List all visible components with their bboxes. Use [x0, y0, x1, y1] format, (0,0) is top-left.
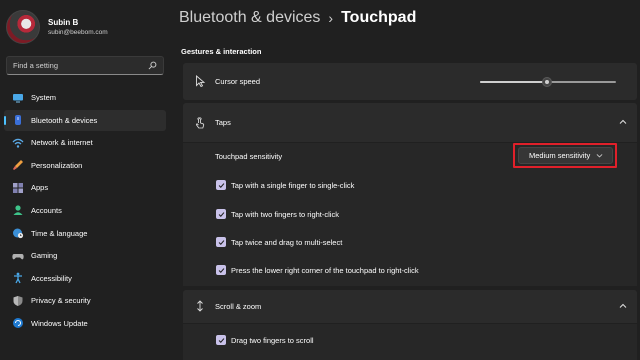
- gamepad-icon: [12, 250, 24, 262]
- option-right-click[interactable]: Tap with two fingers to right-click: [183, 200, 637, 228]
- sidebar-item-time-language[interactable]: Time & language: [4, 223, 166, 244]
- main-content: Bluetooth & devices › Touchpad Gestures …: [179, 0, 640, 360]
- sidebar-item-label: Privacy & security: [31, 296, 91, 306]
- wifi-icon: [12, 137, 24, 149]
- user-profile[interactable]: Subin B subin@beebom.com: [6, 10, 108, 44]
- sidebar-item-label: Accounts: [31, 205, 62, 215]
- sidebar-item-accounts[interactable]: Accounts: [4, 200, 166, 221]
- sidebar: Subin B subin@beebom.com Find a setting …: [0, 0, 170, 360]
- sidebar-item-label: Apps: [31, 183, 49, 193]
- checkbox[interactable]: [216, 180, 226, 190]
- chevron-down-icon: [596, 154, 603, 158]
- sidebar-item-network-internet[interactable]: Network & internet: [4, 132, 166, 153]
- sidebar-item-label: Accessibility: [31, 273, 72, 283]
- cursor-speed-card: Cursor speed: [183, 63, 637, 100]
- scroll-zoom-card[interactable]: Scroll & zoom: [183, 290, 637, 323]
- checkbox[interactable]: [216, 237, 226, 247]
- sidebar-item-label: Personalization: [31, 160, 83, 170]
- cursor-speed-row: Cursor speed: [183, 63, 637, 100]
- monitor-icon: [12, 92, 24, 104]
- breadcrumb: Bluetooth & devices › Touchpad: [179, 9, 416, 27]
- checkbox-label: Press the lower right corner of the touc…: [231, 265, 419, 275]
- shield-icon: [12, 295, 24, 307]
- apps-icon: [12, 182, 24, 194]
- brush-icon: [12, 159, 24, 171]
- option-multi-select[interactable]: Tap twice and drag to multi-select: [183, 228, 637, 256]
- sidebar-item-label: Windows Update: [31, 318, 88, 328]
- cursor-icon: [194, 75, 206, 87]
- option-single-click[interactable]: Tap with a single finger to single-click: [183, 171, 637, 199]
- sidebar-item-gaming[interactable]: Gaming: [4, 245, 166, 266]
- touchpad-sensitivity-label: Touchpad sensitivity: [215, 151, 283, 161]
- taps-card[interactable]: Taps: [183, 103, 637, 142]
- checkbox-label: Tap twice and drag to multi-select: [231, 237, 343, 247]
- checkbox[interactable]: [216, 265, 226, 275]
- sidebar-item-personalization[interactable]: Personalization: [4, 155, 166, 176]
- profile-name: Subin B: [48, 17, 79, 27]
- search-placeholder: Find a setting: [13, 61, 59, 70]
- sidebar-item-windows-update[interactable]: Windows Update: [4, 313, 166, 334]
- sidebar-item-privacy-security[interactable]: Privacy & security: [4, 290, 166, 311]
- update-icon: [12, 317, 24, 329]
- sidebar-item-apps[interactable]: Apps: [4, 177, 166, 198]
- section-title: Gestures & interaction: [181, 47, 262, 56]
- dropdown-value: Medium sensitivity: [529, 151, 591, 160]
- scroll-zoom-panel: Drag two fingers to scroll: [183, 324, 637, 360]
- profile-text: Subin B subin@beebom.com: [48, 17, 108, 38]
- page-title: Touchpad: [341, 9, 417, 26]
- checkbox[interactable]: [216, 209, 226, 219]
- sidebar-item-label: Time & language: [31, 228, 88, 238]
- avatar[interactable]: [6, 10, 40, 44]
- touchpad-sensitivity-dropdown[interactable]: Medium sensitivity: [518, 147, 613, 164]
- globe-clock-icon: [12, 227, 24, 239]
- sidebar-item-label: Network & internet: [31, 138, 93, 148]
- sidebar-item-bluetooth-devices[interactable]: Bluetooth & devices: [4, 109, 166, 131]
- checkbox[interactable]: [216, 335, 226, 345]
- cursor-speed-slider[interactable]: [480, 77, 616, 87]
- bluetooth-icon: [12, 114, 24, 126]
- cursor-speed-label: Cursor speed: [215, 77, 261, 86]
- breadcrumb-parent[interactable]: Bluetooth & devices: [179, 9, 320, 27]
- option-corner-right-click[interactable]: Press the lower right corner of the touc…: [183, 256, 637, 284]
- breadcrumb-separator: ›: [328, 10, 334, 26]
- slider-fill: [480, 81, 547, 83]
- scroll-arrows-icon: [194, 300, 206, 312]
- sidebar-item-label: Bluetooth & devices: [31, 115, 98, 125]
- slider-thumb[interactable]: [541, 77, 552, 87]
- tap-hand-icon: [194, 117, 206, 129]
- search-icon[interactable]: [148, 61, 157, 70]
- taps-label: Taps: [215, 118, 231, 127]
- person-icon: [12, 204, 24, 216]
- nav-list: System Bluetooth & devices Network & int…: [4, 87, 166, 336]
- sidebar-item-system[interactable]: System: [4, 87, 166, 108]
- chevron-up-icon[interactable]: [619, 118, 627, 126]
- checkbox-label: Tap with two fingers to right-click: [231, 209, 339, 219]
- sidebar-item-label: Gaming: [31, 251, 58, 261]
- checkbox-label: Drag two fingers to scroll: [231, 335, 314, 345]
- checkbox-label: Tap with a single finger to single-click: [231, 180, 355, 190]
- option-two-finger-scroll[interactable]: Drag two fingers to scroll: [183, 326, 637, 354]
- sidebar-item-label: System: [31, 93, 57, 102]
- profile-email: subin@beebom.com: [48, 28, 108, 36]
- scroll-zoom-label: Scroll & zoom: [215, 302, 262, 311]
- search-input[interactable]: Find a setting: [6, 56, 164, 75]
- sidebar-item-accessibility[interactable]: Accessibility: [4, 268, 166, 289]
- accessibility-icon: [12, 272, 24, 284]
- chevron-up-icon[interactable]: [619, 302, 627, 310]
